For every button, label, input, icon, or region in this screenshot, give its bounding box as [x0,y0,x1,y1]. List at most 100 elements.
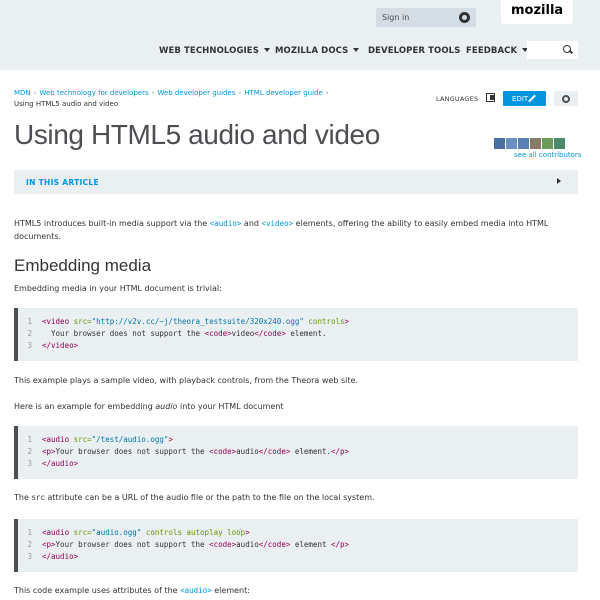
line-number: 1 [27,528,32,537]
code-token: <p> [42,540,56,549]
code-token: <audio [42,528,74,537]
breadcrumb-separator: › [325,89,329,97]
code-line: 1 <video src="http://v2v.cc/~j/theora_tes… [20,317,349,326]
line-number: 1 [27,317,32,326]
breadcrumb-link[interactable]: MDN [14,89,31,97]
code-token: </p> [331,447,350,456]
code-line: 3 </audio> [20,459,78,468]
code-line: 1 <audio src="audio.ogg" controls autopla… [20,528,250,537]
signin-label: Sign in [382,13,410,22]
chevron-down-icon [263,48,270,52]
code-line: 3 </video> [20,341,78,350]
code-token: src= [73,435,92,444]
embed-paragraph: Embedding media in your HTML document is… [14,284,222,293]
avatar[interactable] [542,138,553,149]
chevron-right-icon [557,178,561,184]
text: HTML5 introduces built-in media support … [14,219,210,228]
audio-element-link[interactable]: <audio> [180,586,212,595]
code-line: 2 <p>Your browser does not support the <c… [20,447,349,456]
breadcrumb: MDN › Web technology for developers › Web de… [14,88,374,110]
code-line: 2 Your browser does not support the <cod… [20,329,326,338]
breadcrumb-separator: › [33,89,37,97]
code-token: <audio [42,435,74,444]
code-token: Your browser does not support the [55,540,210,549]
inline-code: src [31,493,45,502]
breadcrumb-link[interactable]: Web developer guides [157,89,235,97]
search-icon[interactable] [563,45,571,53]
nav-label: MOZILLA DOCS [275,46,349,56]
text: and [241,219,262,228]
code-token: > [344,317,350,326]
line-number: 3 [27,459,32,468]
breadcrumb-current: Using HTML5 audio and video [14,100,119,108]
languages-button[interactable]: LANGUAGES [436,95,478,103]
paragraph: This code example uses attributes of the… [14,584,574,597]
code-token: element. [290,447,331,456]
code-token: <video [42,317,74,326]
mozilla-logo[interactable]: mozilla [511,3,563,18]
paragraph: Here is an example for embedding audio i… [14,400,574,413]
text: Here is an example for embedding [14,402,156,411]
code-token: > [168,435,173,444]
code-token: element [290,540,331,549]
nav-label: FEEDBACK [466,46,518,56]
edit-button[interactable]: EDIT [503,91,546,106]
language-icon[interactable] [486,93,495,102]
code-token: video [231,329,255,338]
line-number: 2 [27,540,32,549]
breadcrumb-link[interactable]: Web technology for developers [39,89,148,97]
code-token: Your browser does not support the [55,447,210,456]
intro-paragraph: HTML5 introduces built-in media support … [14,217,574,243]
see-all-contributors-link[interactable]: see all contributors [514,151,581,159]
avatar[interactable] [494,138,505,149]
edit-label: EDIT [512,95,529,103]
code-token: audio [236,447,259,456]
github-icon [459,12,470,23]
breadcrumb-link[interactable]: HTML developer guide [244,89,323,97]
paragraph: This example plays a sample video, with … [14,376,358,385]
line-number: 3 [27,341,32,350]
avatar[interactable] [554,138,565,149]
code-line: 2 <p>Your browser does not support the <c… [20,540,349,549]
avatar[interactable] [506,138,517,149]
gear-icon[interactable] [562,95,570,103]
nav-mozilla-docs[interactable]: MOZILLA DOCS [275,46,360,56]
text: The [14,493,32,502]
signin-button[interactable]: Sign in [376,8,476,27]
code-token: </audio> [42,552,79,561]
nav-feedback[interactable]: FEEDBACK [466,46,529,56]
audio-element-link[interactable]: <audio> [210,219,242,228]
paragraph: The src attribute can be a URL of the au… [14,491,574,504]
line-number: 3 [27,552,32,561]
code-token: <code> [209,447,237,456]
line-number: 1 [27,435,32,444]
avatar[interactable] [518,138,529,149]
code-token: controls [303,317,345,326]
video-element-link[interactable]: <video> [262,219,294,228]
code-token: "http://v2v.cc/~j/theora_testsuite/320x2… [91,317,304,326]
code-token: <code> [204,329,232,338]
line-number: 2 [27,447,32,456]
avatar[interactable] [530,138,541,149]
code-token: <p> [42,447,56,456]
text: This code example uses attributes of the [14,586,181,595]
code-token: </video> [42,341,79,350]
nav-developer-tools[interactable]: DEVELOPER TOOLS [368,46,460,56]
code-token: </audio> [42,459,79,468]
breadcrumb-separator: › [151,89,155,97]
text: into your HTML document [177,402,284,411]
line-number: 2 [27,329,32,338]
code-token: src= [73,317,92,326]
code-token: > [245,528,250,537]
in-this-article-label: IN THIS ARTICLE [26,178,99,187]
breadcrumb-separator: › [238,89,242,97]
code-token: </p> [331,540,350,549]
text: attribute can be a URL of the audio file… [44,493,375,502]
code-token: src= [73,528,92,537]
text: element: [211,586,250,595]
code-token: element. [285,329,327,338]
code-line: 3 </audio> [20,552,78,561]
code-token: Your browser does not support the [42,329,205,338]
nav-web-technologies[interactable]: WEB TECHNOLOGIES [159,46,270,56]
code-line: 1 <audio src="/test/audio.ogg"> [20,435,173,444]
